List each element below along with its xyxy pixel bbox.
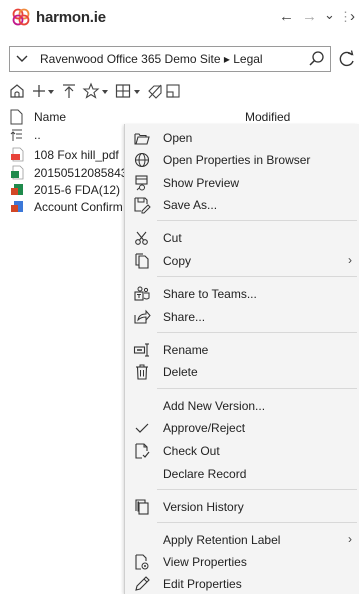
menu-item-check-out[interactable]: Check Out xyxy=(125,440,359,462)
menu-item-label: Declare Record xyxy=(163,467,247,481)
menu-item-apply-retention-label[interactable]: Apply Retention Label › xyxy=(125,529,359,551)
menu-item-approve-reject[interactable]: Approve/Reject xyxy=(125,417,359,439)
location-path[interactable]: Ravenwood Office 365 Demo Site ▸ Legal xyxy=(40,52,263,66)
folder-open-icon xyxy=(134,133,150,145)
menu-item-label: Open Properties in Browser xyxy=(163,153,311,167)
menu-item-view-properties[interactable]: View Properties xyxy=(125,551,359,573)
up-folder-icon xyxy=(10,129,22,141)
add-dropdown-icon[interactable] xyxy=(46,82,56,100)
menu-item-label: Add New Version... xyxy=(163,399,266,413)
menu-item-open[interactable]: Open xyxy=(125,127,359,149)
excel-file-icon xyxy=(11,165,24,180)
menu-item-label: Delete xyxy=(163,365,198,379)
app-brand: harmon.ie xyxy=(36,9,106,26)
menu-item-cut[interactable]: Cut xyxy=(125,227,359,249)
menu-item-save-as[interactable]: Save As... xyxy=(125,194,359,216)
menu-item-open-properties-in-browser[interactable]: Open Properties in Browser xyxy=(125,149,359,171)
version-history-icon xyxy=(135,499,149,515)
scissors-icon xyxy=(135,231,148,245)
file-name: .. xyxy=(34,128,41,142)
menu-separator xyxy=(157,388,357,389)
globe-icon xyxy=(134,152,150,168)
menu-item-label: Check Out xyxy=(163,444,220,458)
powerpoint-file-icon xyxy=(11,201,23,212)
menu-item-label: Share... xyxy=(163,310,206,324)
refresh-icon[interactable] xyxy=(338,50,356,68)
checkmark-icon xyxy=(135,423,149,433)
menu-item-declare-record[interactable]: Declare Record xyxy=(125,463,359,485)
menu-item-label: Show Preview xyxy=(163,176,240,190)
harmonie-logo-icon xyxy=(12,8,30,26)
menu-item-label: Share to Teams... xyxy=(163,287,257,301)
save-as-icon xyxy=(134,197,151,214)
menu-item-label: Open xyxy=(163,131,193,145)
menu-separator xyxy=(157,522,357,523)
share-icon xyxy=(134,309,151,324)
pdf-file-icon xyxy=(11,147,24,162)
view-grid-icon[interactable] xyxy=(114,82,132,100)
context-menu: Open Open Properties in Browser Show Pre… xyxy=(124,124,359,594)
column-modified-header[interactable]: Modified xyxy=(245,110,290,124)
check-out-icon xyxy=(135,443,150,459)
menu-item-label: Copy xyxy=(163,254,192,268)
view-properties-icon xyxy=(135,554,149,570)
tag-off-icon[interactable] xyxy=(146,82,164,100)
excel-file-icon xyxy=(11,184,23,195)
menu-item-version-history[interactable]: Version History xyxy=(125,496,359,518)
menu-item-label: View Properties xyxy=(163,555,247,569)
menu-item-label: Apply Retention Label xyxy=(163,533,281,547)
menu-item-label: Edit Properties xyxy=(163,577,242,591)
menu-item-label: Rename xyxy=(163,343,209,357)
file-name: Account Confirm xyxy=(34,200,123,214)
menu-separator xyxy=(157,276,357,277)
forward-button[interactable]: → xyxy=(302,8,317,26)
rename-icon xyxy=(133,343,149,357)
file-name: 108 Fox hill_pdf xyxy=(34,148,119,162)
properties-panel-icon[interactable] xyxy=(164,82,182,100)
search-icon[interactable] xyxy=(308,50,326,68)
chevron-down-icon[interactable] xyxy=(15,50,29,68)
submenu-arrow-icon: › xyxy=(348,532,352,546)
document-icon xyxy=(10,109,23,125)
copy-icon xyxy=(135,253,149,269)
menu-item-copy[interactable]: Copy › xyxy=(125,250,359,272)
submenu-arrow-icon: › xyxy=(348,253,352,267)
menu-item-label: Cut xyxy=(163,231,182,245)
menu-separator xyxy=(157,489,357,490)
menu-separator xyxy=(157,332,357,333)
menu-item-share[interactable]: Share... xyxy=(125,306,359,328)
file-name: 2015-6 FDA(12) xyxy=(34,183,121,197)
expand-pane-button[interactable]: › xyxy=(350,8,355,26)
menu-item-delete[interactable]: Delete xyxy=(125,361,359,383)
preview-icon xyxy=(135,175,148,191)
teams-icon xyxy=(134,286,150,301)
menu-item-share-to-teams[interactable]: Share to Teams... xyxy=(125,283,359,305)
menu-item-label: Approve/Reject xyxy=(163,421,246,435)
upload-icon[interactable] xyxy=(60,82,78,100)
star-dropdown-icon[interactable] xyxy=(100,82,110,100)
menu-item-label: Save As... xyxy=(163,198,218,212)
menu-separator xyxy=(157,220,357,221)
pencil-icon xyxy=(135,576,150,591)
home-icon[interactable] xyxy=(8,82,26,100)
history-dropdown-button[interactable]: ⌄ xyxy=(324,6,335,24)
menu-item-label: Version History xyxy=(163,500,244,514)
menu-item-show-preview[interactable]: Show Preview xyxy=(125,172,359,194)
title-bar: harmon.ie ← → ⌄ ⋮ › xyxy=(0,0,359,34)
back-button[interactable]: ← xyxy=(279,8,294,26)
trash-icon xyxy=(136,364,148,380)
toolbar xyxy=(0,80,359,104)
menu-item-edit-properties[interactable]: Edit Properties xyxy=(125,573,359,594)
star-icon[interactable] xyxy=(82,82,100,100)
address-bar[interactable]: Ravenwood Office 365 Demo Site ▸ Legal xyxy=(9,46,331,72)
column-name-header[interactable]: Name xyxy=(34,110,66,124)
menu-item-rename[interactable]: Rename xyxy=(125,339,359,361)
menu-item-add-new-version[interactable]: Add New Version... xyxy=(125,395,359,417)
view-dropdown-icon[interactable] xyxy=(132,82,142,100)
file-name: 20150512085843 xyxy=(34,166,128,180)
